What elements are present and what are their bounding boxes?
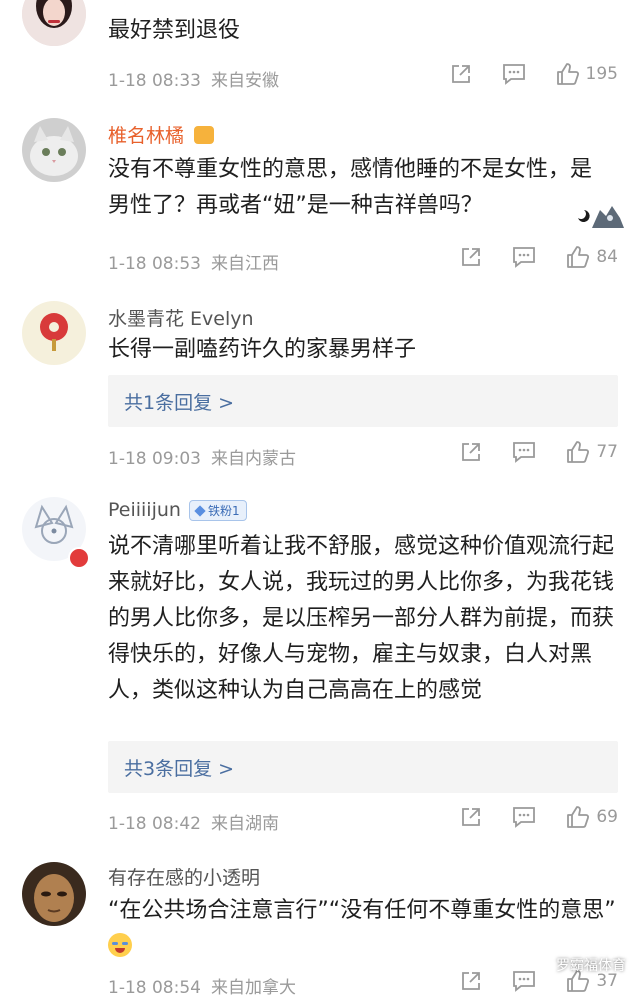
username[interactable]: Peiiiijun 铁粉1 [108, 499, 247, 521]
comment-meta: 1-18 08:33 来自安徽 [108, 66, 279, 91]
vip-crown-icon [194, 126, 215, 144]
share-icon [462, 808, 481, 826]
like-count: 77 [596, 442, 618, 462]
comment-actions: 77 [430, 440, 618, 464]
like-count: 195 [585, 64, 618, 84]
comment-time: 1-18 09:03 [108, 449, 201, 469]
username[interactable]: 有存在感的小透明 [108, 863, 260, 890]
comment-icon [513, 247, 536, 268]
comment-item: Peiiiijun 铁粉1 说不清哪里听着让我不舒服，感觉这种价值观流行起来就好比… [0, 485, 640, 850]
badge-icon [68, 547, 90, 569]
share-icon [451, 65, 470, 83]
comment-time: 1-18 08:33 [108, 71, 201, 91]
comment-location: 来自湖南 [210, 814, 279, 834]
comment-icon [513, 807, 536, 828]
comment-button[interactable] [512, 246, 536, 268]
thumbs-up-icon [567, 441, 590, 463]
avatar[interactable] [22, 0, 86, 46]
comment-actions: 195 [420, 62, 618, 86]
comment-actions: 69 [430, 805, 618, 829]
thumbs-up-icon [567, 246, 590, 268]
comment-text: 没有不尊重女性的意思，感情他睡的不是女性，是男性了？再或者“妞”是一种吉祥兽吗？ [108, 157, 593, 218]
avatar[interactable] [22, 118, 86, 182]
replies-label: 共1条回复 > [124, 391, 235, 414]
replies-label: 共3条回复 > [124, 757, 235, 780]
watermark: 罗霸福体育 [536, 955, 626, 975]
comment-actions: 84 [430, 245, 618, 269]
like-count: 84 [596, 247, 618, 267]
thumbs-up-icon [556, 63, 579, 85]
comment-text: 长得一副嗑药许久的家暴男样子 [108, 337, 417, 362]
avatar[interactable] [22, 862, 86, 926]
comment-meta: 1-18 08:42 来自湖南 [108, 809, 279, 834]
share-icon [462, 443, 481, 461]
share-button[interactable] [460, 246, 482, 268]
comment-item: 椎名林橘 没有不尊重女性的意思，感情他睡的不是女性，是男性了？再或者“妞”是一种… [0, 100, 640, 290]
like-count: 69 [596, 807, 618, 827]
fan-badge: 铁粉1 [188, 500, 247, 521]
share-button[interactable] [460, 806, 482, 828]
comment-meta: 1-18 09:03 来自内蒙古 [108, 444, 296, 469]
comment-location: 来自江西 [210, 254, 279, 274]
comment-button[interactable] [512, 806, 536, 828]
comment-text: 说不清哪里听着让我不舒服，感觉这种价值观流行起来就好比，女人说，我玩过的男人比你… [108, 534, 615, 703]
username[interactable]: 水墨青花 Evelyn [108, 304, 254, 331]
comment-item: 水墨青花 Evelyn 长得一副嗑药许久的家暴男样子 共1条回复 > 1-18 … [0, 290, 640, 485]
comment-location: 来自加拿大 [210, 978, 296, 998]
comment-time: 1-18 08:42 [108, 814, 201, 834]
like-button[interactable]: 195 [556, 62, 618, 86]
comment-icon [502, 64, 525, 85]
comment-text: 最好禁到退役 [108, 18, 241, 43]
comment-meta: 1-18 08:54 来自加拿大 [108, 973, 296, 998]
comment-location: 来自安徽 [210, 71, 279, 91]
comment-time: 1-18 08:54 [108, 978, 201, 998]
comment-button[interactable] [512, 441, 536, 463]
replies-link[interactable]: 共3条回复 > [108, 741, 618, 793]
share-button[interactable] [460, 441, 482, 463]
comment-time: 1-18 08:53 [108, 254, 201, 274]
decoration-sticker [572, 200, 626, 230]
comment-location: 来自内蒙古 [210, 449, 296, 469]
like-button[interactable]: 84 [566, 245, 618, 269]
like-button[interactable]: 77 [566, 440, 618, 464]
crying-emoji-icon [108, 933, 132, 957]
comment-button[interactable] [502, 63, 526, 85]
replies-link[interactable]: 共1条回复 > [108, 375, 618, 427]
avatar[interactable] [22, 301, 86, 365]
comment-meta: 1-18 08:53 来自江西 [108, 249, 279, 274]
like-button[interactable]: 69 [566, 805, 618, 829]
thumbs-up-icon [567, 806, 590, 828]
watermark-logo-icon [536, 957, 552, 973]
comment-item: 最好禁到退役 1-18 08:33 来自安徽 195 [0, 0, 640, 100]
share-button[interactable] [450, 63, 472, 85]
share-icon [462, 248, 481, 266]
diamond-icon [194, 504, 206, 517]
username[interactable]: 椎名林橘 [108, 121, 215, 148]
comment-icon [513, 442, 536, 463]
